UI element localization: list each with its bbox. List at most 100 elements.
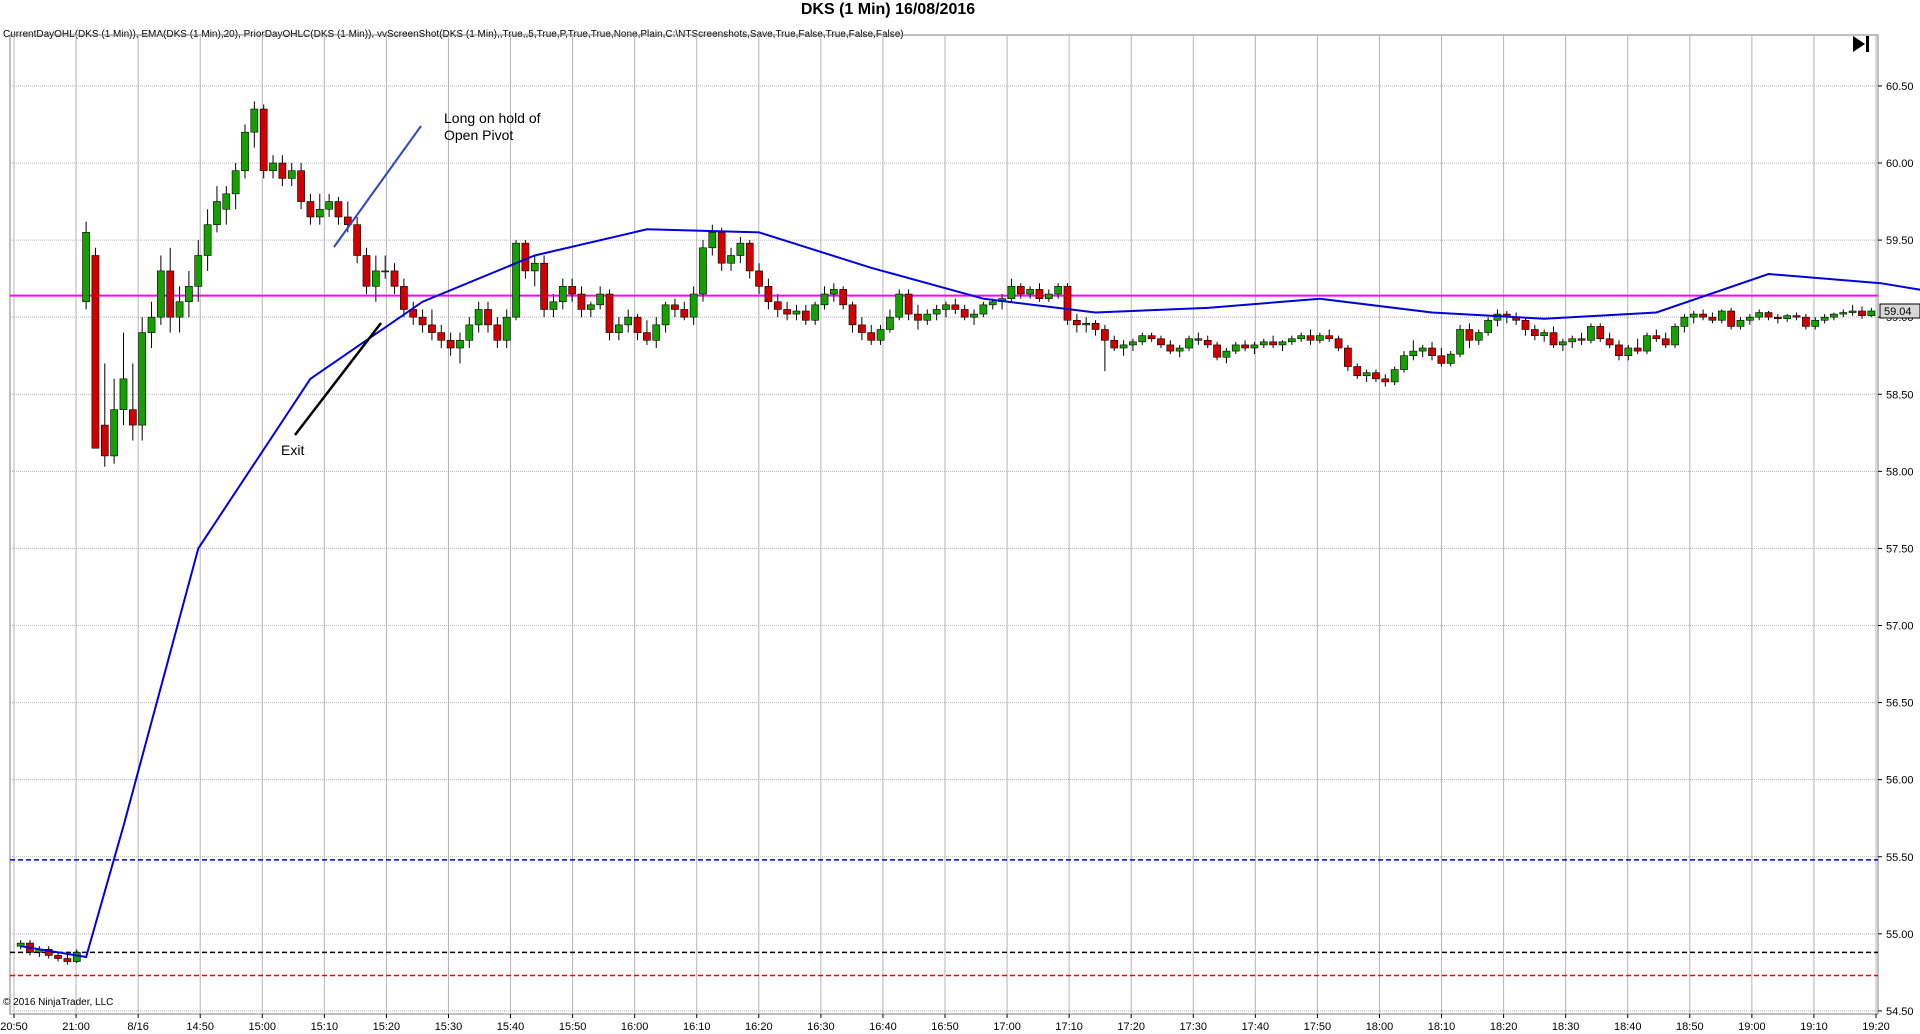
x-tick-label: 18:20	[1490, 1021, 1518, 1033]
candle-up	[194, 255, 203, 287]
candle-up	[1689, 313, 1698, 318]
candle-down	[1708, 316, 1717, 321]
candle-up	[558, 286, 567, 303]
candle-up	[1297, 335, 1306, 340]
x-tick-label: 16:20	[745, 1021, 773, 1033]
x-tick-label: 18:00	[1366, 1021, 1394, 1033]
candle-down	[1110, 339, 1119, 349]
candle-up	[1138, 335, 1147, 343]
candle-down	[1203, 339, 1212, 346]
x-tick-label: 17:30	[1180, 1021, 1208, 1033]
x-tick-label: 17:10	[1055, 1021, 1083, 1033]
x-tick-label: 8/16	[127, 1021, 148, 1033]
candle-up	[1643, 335, 1651, 352]
candle-up	[1222, 350, 1231, 358]
candle-down	[1306, 335, 1315, 341]
candle-up	[1278, 341, 1287, 346]
candle-up	[1568, 338, 1577, 343]
candle-up	[895, 293, 904, 318]
candle-up	[1474, 332, 1483, 341]
y-tick-label: 57.00	[1886, 621, 1914, 633]
candle-down	[353, 224, 362, 256]
candle-down	[1372, 372, 1380, 380]
x-tick-label: 17:00	[993, 1021, 1021, 1033]
price-chart[interactable]: Long on hold ofOpen Pivot Exit 60.50 60.00…	[0, 0, 1920, 1034]
copyright-text: © 2016 NinjaTrader, LLC	[3, 997, 114, 1008]
candle-up	[1559, 341, 1567, 346]
x-tick-label: 15:10	[311, 1021, 339, 1033]
candle-up	[72, 952, 81, 962]
candle-down	[1774, 316, 1782, 320]
candle-down	[1101, 329, 1109, 341]
candle-down	[166, 270, 175, 318]
y-tick-label: 56.00	[1886, 775, 1914, 787]
price-axis[interactable]: 60.5060.0059.5059.0058.5058.0057.5057.00…	[1878, 81, 1920, 1018]
x-tick-label: 16:30	[807, 1021, 835, 1033]
x-tick-label: 19:00	[1738, 1021, 1766, 1033]
candle-down	[297, 170, 305, 202]
x-tick-label: 16:50	[931, 1021, 959, 1033]
candle-up	[1484, 319, 1492, 333]
candle-down	[1325, 335, 1334, 340]
candle-up	[1830, 313, 1838, 318]
candle-down	[680, 309, 689, 318]
candle-down	[1465, 329, 1474, 341]
candle-down	[1073, 319, 1081, 326]
candle-down	[1344, 347, 1352, 367]
x-tick-label: 19:10	[1800, 1021, 1828, 1033]
candle-up	[119, 378, 128, 410]
x-tick-label: 17:50	[1304, 1021, 1332, 1033]
candle-down	[400, 286, 408, 310]
exit-label: Exit	[281, 442, 304, 458]
candle-up	[886, 316, 894, 330]
candle-up	[661, 304, 670, 326]
candle-up	[1820, 316, 1829, 321]
candle-up	[1287, 338, 1296, 343]
candle-down	[755, 270, 763, 287]
candle-down	[91, 255, 100, 449]
y-tick-label: 55.00	[1886, 929, 1914, 941]
candle-down	[100, 424, 109, 457]
y-tick-label: 60.50	[1886, 81, 1914, 93]
candle-up	[325, 201, 333, 210]
candle-up	[1044, 293, 1053, 299]
candle-up	[250, 108, 259, 133]
time-axis[interactable]: 20:50 21:00 8/16 14:50 15:00 15:10 15:20 15:30 1…	[0, 1014, 1890, 1033]
candle-up	[708, 232, 717, 249]
y-tick-label: 57.50	[1886, 543, 1914, 555]
candle-up	[110, 409, 118, 457]
candle-up	[1129, 341, 1137, 346]
candle-up	[1680, 316, 1689, 327]
annotations: Long on hold ofOpen Pivot Exit	[281, 110, 541, 458]
candle-up	[315, 208, 324, 218]
candle-up	[1026, 289, 1034, 295]
candle-down	[1792, 315, 1801, 318]
candle-up	[792, 310, 801, 315]
ema-series	[20, 228, 1920, 959]
skip-to-end-icon[interactable]	[1848, 33, 1874, 55]
candle-up	[157, 270, 165, 318]
candle-up	[1400, 355, 1408, 370]
x-tick-label: 21:00	[62, 1021, 90, 1033]
candle-up	[1755, 312, 1764, 318]
candle-down	[1802, 316, 1810, 327]
candle-up	[269, 162, 277, 172]
exit-arrow	[294, 322, 382, 436]
candle-down	[1213, 344, 1221, 358]
candle-up	[970, 313, 978, 318]
plot-frame	[9, 34, 1879, 1015]
candle-down	[437, 332, 446, 341]
candle-down	[1549, 332, 1558, 346]
candle-down	[577, 293, 586, 310]
candle-down	[1615, 344, 1623, 357]
candle-down	[605, 293, 614, 333]
candle-up	[1587, 326, 1595, 341]
candle-down	[128, 409, 137, 426]
y-tick-label: 54.50	[1886, 1006, 1914, 1018]
candle-up	[222, 193, 231, 210]
grid	[9, 34, 1879, 1015]
candle-up	[923, 313, 932, 321]
candle-down	[521, 242, 530, 272]
candle-down	[951, 304, 960, 310]
candle-up	[1624, 347, 1633, 357]
